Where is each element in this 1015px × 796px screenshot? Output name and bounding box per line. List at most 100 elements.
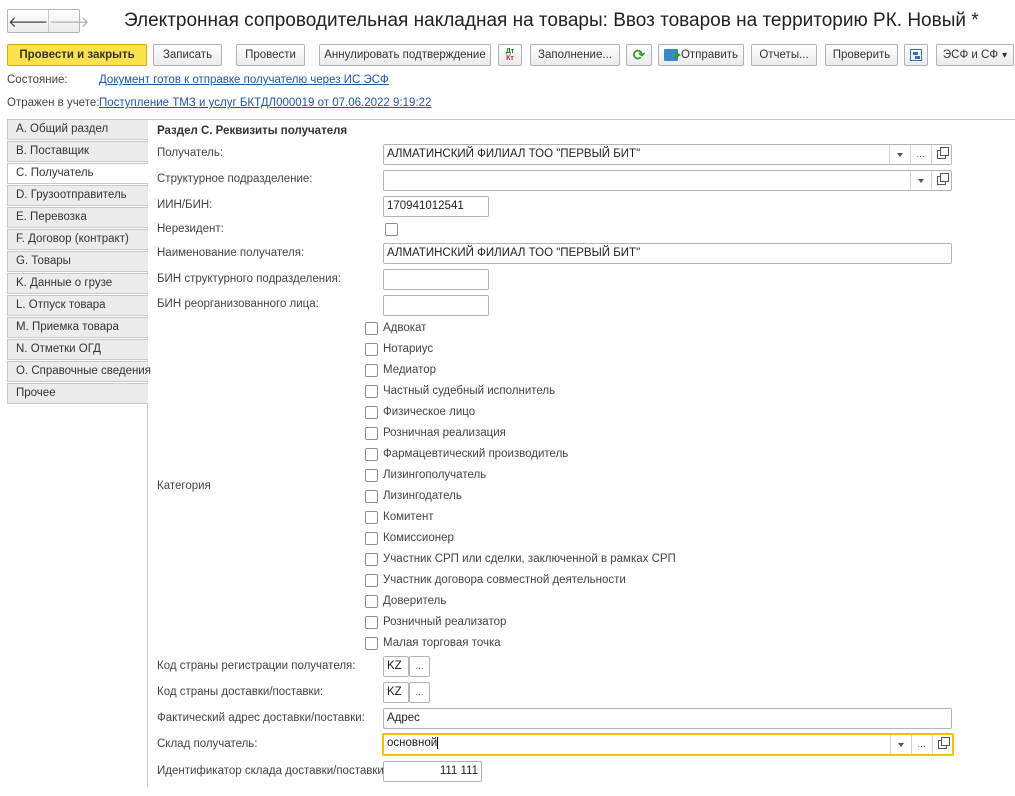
chevron-down-icon: ▾ [1002, 49, 1008, 61]
warehouse-id-label: Идентификатор склада доставки/поставки: [157, 765, 387, 777]
warehouse-id-field[interactable]: 111 111 [383, 761, 482, 782]
dt-kt-button[interactable]: Дт Кт [498, 44, 522, 66]
category-checkbox-mediator[interactable] [365, 364, 378, 377]
category-checkbox-lessor[interactable] [365, 490, 378, 503]
sidebar-item-ogd-marks[interactable]: N. Отметки ОГД [7, 339, 148, 360]
post-button[interactable]: Провести [236, 44, 305, 66]
history-nav: 🡐 🡒 [7, 9, 89, 33]
iin-field[interactable]: 170941012541 [383, 196, 489, 217]
reports-button[interactable]: Отчеты... [751, 44, 817, 66]
refresh-icon: ⟳ [632, 47, 646, 64]
recipient-field[interactable]: АЛМАТИНСКИЙ ФИЛИАЛ ТОО "ПЕРВЫЙ БИТ" ... [383, 144, 952, 165]
nonresident-checkbox[interactable] [385, 223, 398, 236]
sidebar-item-contract[interactable]: F. Договор (контракт) [7, 229, 148, 250]
sidebar-item-other[interactable]: Прочее [7, 383, 148, 404]
category-checkbox-individual[interactable] [365, 406, 378, 419]
address-field[interactable]: Адрес [383, 708, 952, 729]
state-link[interactable]: Документ готов к отправке получателю чер… [99, 74, 389, 86]
reg-country-field[interactable]: KZ [383, 656, 409, 677]
category-checkbox-pharma[interactable] [365, 448, 378, 461]
save-button[interactable]: Записать [153, 44, 222, 66]
document-structure-icon [910, 49, 922, 61]
category-label-notary: Нотариус [383, 343, 434, 355]
category-label-individual: Физическое лицо [383, 406, 476, 418]
category-label-pharma: Фармацевтический производитель [383, 448, 569, 460]
delivery-country-field[interactable]: KZ [383, 682, 409, 703]
subdivision-dropdown-button[interactable] [910, 171, 930, 190]
category-checkbox-notary[interactable] [365, 343, 378, 356]
sidebar-item-recipient[interactable]: C. Получатель [7, 163, 149, 184]
delivery-country-select-button[interactable]: ... [409, 682, 430, 703]
category-label-lessee: Лизингополучатель [383, 469, 487, 481]
send-icon [663, 49, 681, 61]
category-checkbox-psa-participant[interactable] [365, 553, 378, 566]
recipient-value: АЛМАТИНСКИЙ ФИЛИАЛ ТОО "ПЕРВЫЙ БИТ" [387, 148, 641, 160]
category-label-small-shop: Малая торговая точка [383, 637, 501, 649]
warehouse-field[interactable]: основной ... [382, 733, 954, 756]
forward-button[interactable]: 🡒 [48, 10, 89, 32]
sidebar-item-general[interactable]: A. Общий раздел [7, 119, 148, 140]
category-label-psa-participant: Участник СРП или сделки, заключенной в р… [383, 553, 676, 565]
sidebar-item-goods[interactable]: G. Товары [7, 251, 148, 272]
nonresident-label: Нерезидент: [157, 223, 224, 235]
open-icon [938, 737, 950, 749]
esf-menu-button[interactable]: ЭСФ и СФ ▾ [936, 44, 1014, 66]
category-checkbox-retailer[interactable] [365, 616, 378, 629]
category-checkbox-commission-agent[interactable] [365, 532, 378, 545]
structure-button[interactable] [904, 44, 928, 66]
warehouse-open-button[interactable] [932, 735, 952, 754]
category-label-advocate: Адвокат [383, 322, 427, 334]
sidebar-item-transport[interactable]: E. Перевозка [7, 207, 148, 228]
cancel-confirmation-button[interactable]: Аннулировать подтверждение [319, 44, 491, 66]
sidebar-item-reference[interactable]: O. Справочные сведения [7, 361, 151, 382]
subdivision-field[interactable] [383, 170, 952, 191]
refresh-button[interactable]: ⟳ [626, 44, 652, 66]
warehouse-dropdown-button[interactable] [890, 735, 910, 754]
dt-kt-icon: Дт Кт [505, 48, 515, 62]
category-checkbox-joint-activity[interactable] [365, 574, 378, 587]
category-checkbox-bailiff[interactable] [365, 385, 378, 398]
category-checkbox-small-shop[interactable] [365, 637, 378, 650]
sidebar-item-cargo-data[interactable]: K. Данные о грузе [7, 273, 148, 294]
esf-label: ЭСФ и СФ [942, 49, 999, 61]
category-checkbox-consignor[interactable] [365, 511, 378, 524]
subdivision-open-button[interactable] [931, 171, 951, 190]
send-button[interactable]: Отправить [658, 44, 744, 66]
reg-country-select-button[interactable]: ... [409, 656, 430, 677]
bin-reorg-label: БИН реорганизованного лица: [157, 298, 319, 310]
sidebar-item-shipper[interactable]: D. Грузоотправитель [7, 185, 148, 206]
category-label-principal: Доверитель [383, 595, 447, 607]
section-title: Раздел С. Реквизиты получателя [157, 125, 348, 137]
content-divider [148, 119, 1015, 120]
category-label-retail-sale: Розничная реализация [383, 427, 506, 439]
category-checkbox-retail-sale[interactable] [365, 427, 378, 440]
recipient-name-field[interactable]: АЛМАТИНСКИЙ ФИЛИАЛ ТОО "ПЕРВЫЙ БИТ" [383, 243, 952, 264]
bin-reorg-field[interactable] [383, 295, 489, 316]
arrow-left-icon: 🡐 [8, 13, 49, 31]
recipient-dropdown-button[interactable] [889, 145, 909, 164]
iin-label: ИИН/БИН: [157, 199, 213, 211]
back-button[interactable]: 🡐 [8, 10, 48, 32]
category-checkbox-advocate[interactable] [365, 322, 378, 335]
bin-subdivision-field[interactable] [383, 269, 489, 290]
warehouse-select-button[interactable]: ... [911, 735, 931, 754]
fill-button[interactable]: Заполнение... [530, 44, 620, 66]
reg-country-label: Код страны регистрации получателя: [157, 660, 356, 672]
post-and-close-button[interactable]: Провести и закрыть [7, 44, 147, 66]
open-icon [937, 173, 949, 185]
recipient-select-button[interactable]: ... [910, 145, 930, 164]
warehouse-label: Склад получатель: [157, 738, 258, 750]
sidebar-item-acceptance[interactable]: M. Приемка товара [7, 317, 148, 338]
text-cursor [437, 736, 439, 749]
recipient-open-button[interactable] [931, 145, 951, 164]
reflected-link[interactable]: Поступление ТМЗ и услуг БКТДЛ000019 от 0… [99, 97, 431, 109]
sidebar-item-supplier[interactable]: B. Поставщик [7, 141, 148, 162]
category-label-consignor: Комитент [383, 511, 434, 523]
category-checkbox-lessee[interactable] [365, 469, 378, 482]
window-title: Электронная сопроводительная накладная н… [124, 10, 979, 31]
sidebar-item-release[interactable]: L. Отпуск товара [7, 295, 148, 316]
category-checkbox-principal[interactable] [365, 595, 378, 608]
check-button[interactable]: Проверить [825, 44, 898, 66]
bin-subdivision-label: БИН структурного подразделения: [157, 273, 341, 285]
section-sidebar: A. Общий раздел B. Поставщик C. Получате… [7, 119, 151, 787]
